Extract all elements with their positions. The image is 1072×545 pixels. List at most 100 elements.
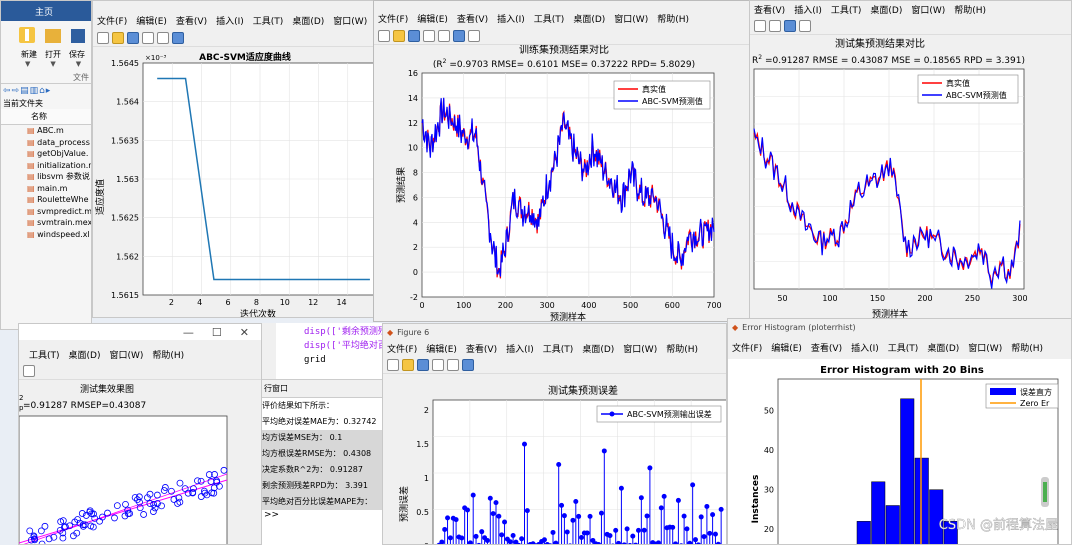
new-button[interactable]: 新建 <box>21 49 37 60</box>
menu-item[interactable]: 编辑(E) <box>136 14 167 27</box>
menu-item[interactable]: 查看(V) <box>466 342 497 355</box>
colorbar-icon[interactable] <box>453 29 465 42</box>
zoom-icon[interactable] <box>157 31 169 44</box>
menu-item[interactable]: 桌面(D) <box>582 342 614 355</box>
legend[interactable]: ABC-SVM预测输出误差 <box>596 405 722 423</box>
menu-item[interactable]: 编辑(E) <box>771 341 802 354</box>
zoom-icon[interactable] <box>769 19 781 32</box>
menu-item[interactable]: 查看(V) <box>457 12 488 25</box>
file-list-item[interactable]: ▤ main.m <box>27 183 91 195</box>
print-icon[interactable] <box>432 358 444 371</box>
close-icon[interactable]: ✕ <box>240 326 249 339</box>
menu-item[interactable]: 文件(F) <box>378 12 408 25</box>
colorbar-icon[interactable] <box>462 358 474 371</box>
open-icon[interactable] <box>45 29 61 43</box>
menu-item[interactable]: 编辑(E) <box>417 12 448 25</box>
legend-icon[interactable] <box>23 364 35 377</box>
open-icon[interactable] <box>393 29 405 42</box>
legend-icon[interactable] <box>468 29 480 42</box>
nav-toolbar[interactable]: ⇦⇨▤▥⌂▸ <box>1 84 91 96</box>
menu-item[interactable]: 工具(T) <box>253 14 284 27</box>
error-point <box>693 537 698 543</box>
file-list-item[interactable]: ▤ RouletteWhe <box>27 194 91 206</box>
new-figure-icon[interactable] <box>378 29 390 42</box>
error-point <box>601 448 607 454</box>
file-list-item[interactable]: ▤ svmtrain.mex <box>27 217 91 229</box>
file-list-item[interactable]: ▤ svmpredict.m <box>27 206 91 218</box>
menu-item[interactable]: 窗口(W) <box>109 348 143 361</box>
menu-item[interactable]: 桌面(D) <box>870 3 902 16</box>
error-point <box>624 526 630 532</box>
menu-item[interactable]: 桌面(D) <box>927 341 959 354</box>
menu-item[interactable]: 工具(T) <box>543 342 574 355</box>
menu-item[interactable]: 工具(T) <box>29 348 60 361</box>
console-prompt[interactable]: >> <box>262 510 382 520</box>
menu-item[interactable]: 工具(T) <box>534 12 565 25</box>
window-titlebar: ◆ Figure 6 <box>383 324 726 340</box>
file-list-item[interactable]: ▤ data_process <box>27 137 91 149</box>
menu-item[interactable]: 窗口(W) <box>614 12 648 25</box>
menu-item[interactable]: 查看(V) <box>176 14 207 27</box>
file-list-item[interactable]: ▤ getObjValue. <box>27 148 91 160</box>
chart-subtitle: R2 =0.91287 RMSE = 0.43087 MSE = 0.18565… <box>752 54 1025 66</box>
zoom-icon[interactable] <box>438 29 450 42</box>
print-icon[interactable] <box>142 31 154 44</box>
minimize-icon[interactable]: — <box>183 326 194 339</box>
save-icon[interactable] <box>408 29 420 42</box>
home-tab[interactable]: 主页 <box>1 1 91 21</box>
menu-item[interactable]: 帮助(H) <box>152 348 184 361</box>
menu-item[interactable]: 窗口(W) <box>968 341 1002 354</box>
print-icon[interactable] <box>754 19 766 32</box>
error-point <box>453 517 459 523</box>
menu-item[interactable]: 插入(I) <box>497 12 525 25</box>
menu-item[interactable]: 查看(V) <box>811 341 842 354</box>
file-list-item[interactable]: ▤ windspeed.xl <box>27 229 91 241</box>
scroll-indicator[interactable] <box>1041 477 1049 507</box>
menu-item[interactable]: 编辑(E) <box>426 342 457 355</box>
new-figure-icon[interactable] <box>97 31 109 44</box>
colorbar-icon[interactable] <box>784 19 796 32</box>
menu-item[interactable]: 帮助(H) <box>1011 341 1043 354</box>
legend[interactable]: 真实值 ABC-SVM预测值 <box>917 74 1019 104</box>
menu-item[interactable]: 插入(I) <box>216 14 244 27</box>
menu-item[interactable]: 帮助(H) <box>657 12 689 25</box>
legend-icon[interactable] <box>799 19 811 32</box>
file-list-item[interactable]: ▤ ABC.m <box>27 125 91 137</box>
open-icon[interactable] <box>112 31 124 44</box>
menu-item[interactable]: 帮助(H) <box>954 3 986 16</box>
maximize-icon[interactable]: ☐ <box>212 326 222 339</box>
menu-item[interactable]: 桌面(D) <box>69 348 101 361</box>
new-icon[interactable] <box>19 27 35 43</box>
save-button[interactable]: 保存 <box>69 49 85 60</box>
legend[interactable]: 真实值 ABC-SVM预测值 <box>613 80 711 110</box>
name-column-header[interactable]: 名称 <box>1 109 91 125</box>
open-button[interactable]: 打开 <box>45 49 61 60</box>
error-point <box>675 497 681 503</box>
file-list-item[interactable]: ▤ libsvm 参数说 <box>27 171 91 183</box>
menu-item[interactable]: 桌面(D) <box>573 12 605 25</box>
menu-item[interactable]: 桌面(D) <box>292 14 324 27</box>
save-icon[interactable] <box>127 31 139 44</box>
menu-item[interactable]: 查看(V) <box>754 3 785 16</box>
legend[interactable]: 误差直方 Zero Er <box>985 383 1059 409</box>
save-icon[interactable] <box>417 358 429 371</box>
menu-item[interactable]: 帮助(H) <box>666 342 698 355</box>
save-icon[interactable] <box>71 29 85 43</box>
menu-item[interactable]: 文件(F) <box>97 14 127 27</box>
menu-item[interactable]: 文件(F) <box>732 341 762 354</box>
colorbar-icon[interactable] <box>172 31 184 44</box>
menu-item[interactable]: 窗口(W) <box>333 14 367 27</box>
file-list-item[interactable]: ▤ initialization.r <box>27 160 91 172</box>
print-icon[interactable] <box>423 29 435 42</box>
menu-item[interactable]: 文件(F) <box>387 342 417 355</box>
menu-item[interactable]: 窗口(W) <box>623 342 657 355</box>
menu-item[interactable]: 工具(T) <box>831 3 862 16</box>
menu-item[interactable]: 插入(I) <box>851 341 879 354</box>
new-figure-icon[interactable] <box>387 358 399 371</box>
open-icon[interactable] <box>402 358 414 371</box>
menu-item[interactable]: 窗口(W) <box>911 3 945 16</box>
menu-item[interactable]: 插入(I) <box>506 342 534 355</box>
menu-item[interactable]: 工具(T) <box>888 341 919 354</box>
zoom-icon[interactable] <box>447 358 459 371</box>
menu-item[interactable]: 插入(I) <box>794 3 822 16</box>
